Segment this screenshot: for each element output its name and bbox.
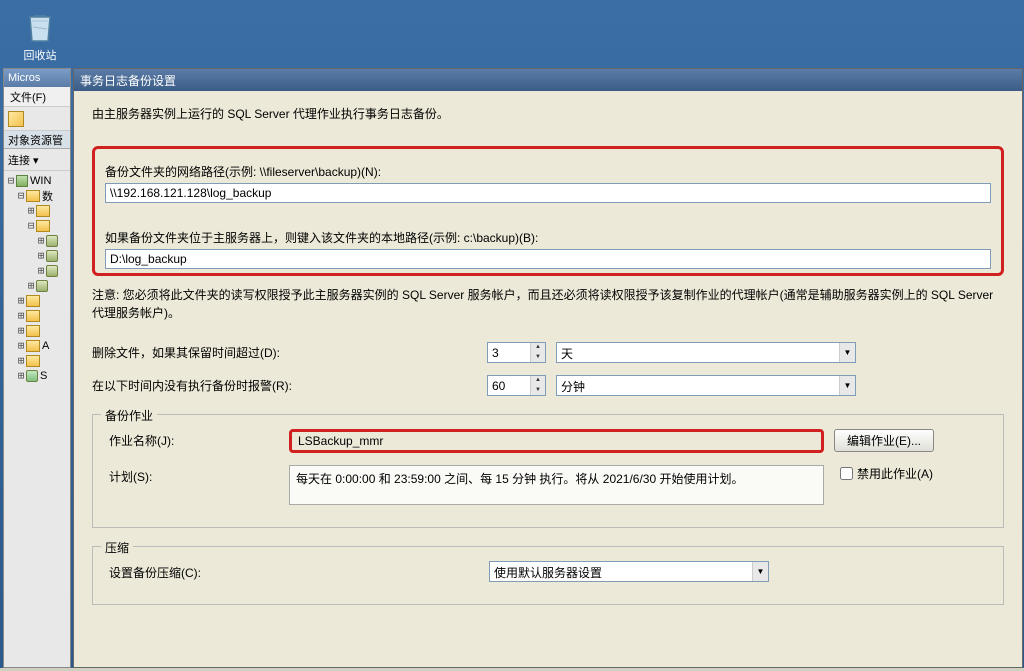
database-icon [46, 235, 58, 247]
network-path-input[interactable] [105, 183, 991, 203]
backup-job-legend: 备份作业 [101, 407, 157, 424]
disable-job-label: 禁用此作业(A) [857, 465, 933, 482]
alert-unit-combo[interactable]: 分钟 ▼ [556, 375, 856, 396]
database-icon [46, 250, 58, 262]
compression-combo[interactable]: 使用默认服务器设置 ▼ [489, 561, 769, 582]
folder-icon [26, 190, 40, 202]
delete-unit-combo[interactable]: 天 ▼ [556, 342, 856, 363]
dialog-intro: 由主服务器实例上运行的 SQL Server 代理作业执行事务日志备份。 [92, 105, 1004, 122]
spinner-down-icon[interactable]: ▼ [531, 353, 545, 363]
job-name-highlight-box: LSBackup_mmr [289, 429, 824, 453]
chevron-down-icon[interactable]: ▼ [752, 562, 768, 581]
ssms-menu[interactable]: 文件(F) [4, 87, 70, 107]
tree-server-node[interactable]: WIN [30, 175, 51, 187]
job-name-value[interactable]: LSBackup_mmr [298, 434, 383, 448]
folder-icon [36, 205, 50, 217]
server-icon [16, 175, 28, 187]
schedule-value-box: 每天在 0:00:00 和 23:59:00 之间、每 15 分钟 执行。将从 … [289, 465, 824, 505]
recycle-bin-label: 回收站 [20, 47, 60, 63]
compression-fieldset: 压缩 设置备份压缩(C): 使用默认服务器设置 ▼ [92, 546, 1004, 605]
connect-bar[interactable]: 连接 ▾ [4, 149, 70, 171]
delete-value-spinner[interactable]: ▲▼ [487, 342, 546, 363]
spinner-up-icon[interactable]: ▲ [531, 343, 545, 353]
tree-item[interactable]: 数 [42, 188, 53, 203]
database-icon [36, 280, 48, 292]
delete-unit-value: 天 [557, 343, 839, 362]
compression-value: 使用默认服务器设置 [490, 562, 752, 581]
object-explorer-header: 对象资源管 [4, 131, 70, 149]
alert-value-input[interactable] [488, 376, 530, 395]
ssms-titlebar: Micros [4, 69, 70, 87]
connect-label[interactable]: 连接 ▾ [8, 152, 39, 168]
menu-file[interactable]: 文件(F) [10, 89, 46, 105]
ssms-window: Micros 文件(F) 对象资源管 连接 ▾ ⊟WIN ⊟数 ⊞ ⊟ ⊞ ⊞ … [3, 68, 71, 668]
alert-unit-value: 分钟 [557, 376, 839, 395]
tree-item[interactable]: S [40, 370, 47, 382]
network-path-label: 备份文件夹的网络路径(示例: \\fileserver\backup)(N): [105, 163, 991, 180]
folder-icon [36, 220, 50, 232]
disable-job-checkbox[interactable] [840, 467, 853, 480]
dialog-titlebar: 事务日志备份设置 [74, 69, 1022, 91]
backup-job-fieldset: 备份作业 作业名称(J): LSBackup_mmr 编辑作业(E)... 计划… [92, 414, 1004, 528]
recycle-bin-icon [20, 5, 60, 45]
ssms-toolbar [4, 107, 70, 131]
path-highlight-box: 备份文件夹的网络路径(示例: \\fileserver\backup)(N): … [92, 146, 1004, 276]
chevron-down-icon[interactable]: ▼ [839, 376, 855, 395]
object-explorer-tree[interactable]: ⊟WIN ⊟数 ⊞ ⊟ ⊞ ⊞ ⊞ ⊞ ⊞ ⊞ ⊞ ⊞A ⊞ ⊞S [4, 171, 70, 385]
folder-icon [26, 310, 40, 322]
spinner-down-icon[interactable]: ▼ [531, 386, 545, 396]
recycle-bin[interactable]: 回收站 [20, 5, 60, 63]
folder-icon [26, 355, 40, 367]
compression-label: 设置备份压缩(C): [109, 561, 489, 581]
agent-icon [26, 370, 38, 382]
folder-icon [26, 340, 40, 352]
log-backup-settings-dialog: 事务日志备份设置 由主服务器实例上运行的 SQL Server 代理作业执行事务… [73, 68, 1023, 668]
schedule-value: 每天在 0:00:00 和 23:59:00 之间、每 15 分钟 执行。将从 … [296, 472, 744, 486]
database-icon [46, 265, 58, 277]
ssms-title: Micros [8, 72, 40, 84]
edit-job-button[interactable]: 编辑作业(E)... [834, 429, 934, 452]
delete-files-label: 删除文件，如果其保留时间超过(D): [92, 344, 487, 361]
toolbar-new-icon[interactable] [8, 111, 24, 127]
job-name-label: 作业名称(J): [109, 429, 289, 449]
compression-legend: 压缩 [101, 539, 133, 556]
disable-job-checkbox-wrap[interactable]: 禁用此作业(A) [840, 465, 933, 482]
alert-value-spinner[interactable]: ▲▼ [487, 375, 546, 396]
chevron-down-icon[interactable]: ▼ [839, 343, 855, 362]
spinner-up-icon[interactable]: ▲ [531, 376, 545, 386]
schedule-label: 计划(S): [109, 465, 289, 485]
delete-value-input[interactable] [488, 343, 530, 362]
alert-label: 在以下时间内没有执行备份时报警(R): [92, 377, 487, 394]
dialog-title: 事务日志备份设置 [80, 72, 176, 89]
local-path-label: 如果备份文件夹位于主服务器上，则键入该文件夹的本地路径(示例: c:\backu… [105, 229, 991, 246]
local-path-input[interactable] [105, 249, 991, 269]
tree-item[interactable]: A [42, 340, 49, 352]
folder-icon [26, 325, 40, 337]
folder-icon [26, 295, 40, 307]
permissions-note: 注意: 您必须将此文件夹的读写权限授予此主服务器实例的 SQL Server 服… [92, 286, 1004, 322]
